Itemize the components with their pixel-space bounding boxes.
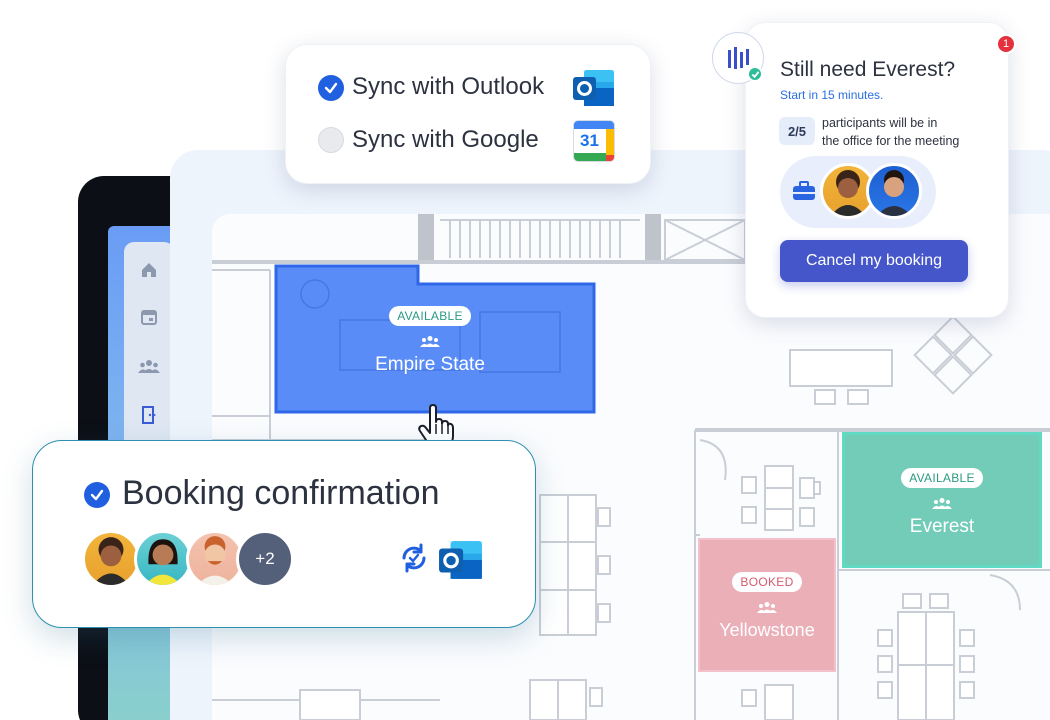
calendar-day: 31 xyxy=(580,131,599,150)
people-icon xyxy=(420,334,440,352)
outlook-icon xyxy=(438,537,484,588)
reminder-title: Still need Everest? xyxy=(780,58,956,81)
verified-check-icon xyxy=(747,66,763,82)
empire-state-room[interactable]: AVAILABLE Empire State xyxy=(330,306,530,376)
outlook-icon xyxy=(572,66,616,115)
reminder-subtitle: Start in 15 minutes. xyxy=(780,88,884,102)
sync-arrows-icon xyxy=(398,542,430,579)
people-icon xyxy=(932,496,952,514)
room-status-badge: AVAILABLE xyxy=(901,468,983,488)
more-attendees-count: +2 xyxy=(236,530,294,588)
attendee-avatar xyxy=(134,530,192,588)
yellowstone-room[interactable]: BOOKED Yellowstone xyxy=(698,572,836,641)
sync-google-label[interactable]: Sync with Google xyxy=(352,126,539,154)
sync-outlook-label[interactable]: Sync with Outlook xyxy=(352,73,544,101)
participants-text-line2: the office for the meeting xyxy=(822,134,960,148)
room-name: Everest xyxy=(909,516,975,537)
check-icon xyxy=(324,82,338,94)
notification-badge: 1 xyxy=(996,34,1016,54)
participant-count: 2/5 xyxy=(779,117,815,145)
attendee-avatar xyxy=(866,163,922,219)
cancel-booking-button[interactable]: Cancel my booking xyxy=(780,240,968,282)
room-name: Empire State xyxy=(375,354,485,375)
google-calendar-icon: 31 xyxy=(573,120,615,162)
briefcase-icon xyxy=(792,180,816,207)
unchecked-radio[interactable] xyxy=(318,127,344,153)
participants-text-line1: participants will be in xyxy=(822,116,938,130)
attendee-avatar xyxy=(82,530,140,588)
everest-room[interactable]: AVAILABLE Everest xyxy=(842,468,1042,538)
people-icon xyxy=(757,600,777,618)
checked-radio[interactable] xyxy=(318,75,344,101)
room-status-badge: BOOKED xyxy=(732,572,802,592)
room-status-badge: AVAILABLE xyxy=(389,306,471,326)
booking-title: Booking confirmation xyxy=(122,474,440,512)
check-circle-icon xyxy=(84,482,110,508)
room-name: Yellowstone xyxy=(719,620,815,640)
